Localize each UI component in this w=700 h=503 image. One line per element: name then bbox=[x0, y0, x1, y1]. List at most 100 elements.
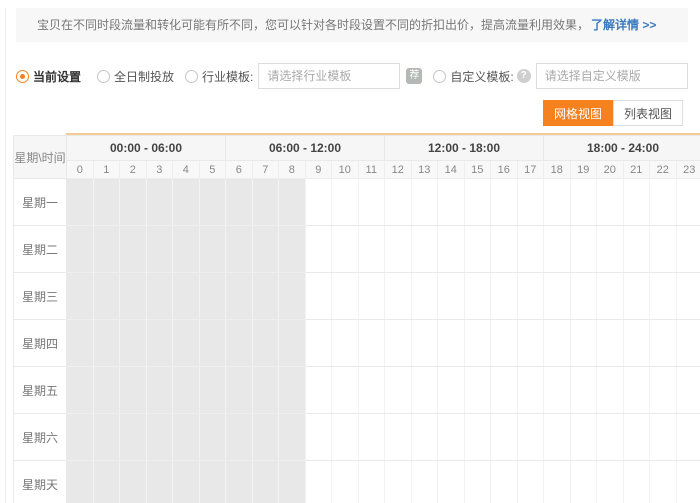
schedule-cell[interactable] bbox=[517, 319, 544, 367]
schedule-cell[interactable] bbox=[305, 319, 332, 367]
schedule-cell[interactable] bbox=[623, 225, 650, 273]
radio-unchecked-icon[interactable] bbox=[185, 69, 199, 83]
schedule-cell[interactable] bbox=[66, 413, 94, 461]
schedule-cell[interactable] bbox=[358, 225, 385, 273]
schedule-cell[interactable] bbox=[676, 225, 700, 273]
schedule-cell[interactable] bbox=[225, 272, 253, 320]
schedule-cell[interactable] bbox=[384, 272, 412, 320]
schedule-cell[interactable] bbox=[119, 319, 147, 367]
schedule-cell[interactable] bbox=[93, 178, 120, 226]
schedule-cell[interactable] bbox=[146, 460, 173, 503]
radio-custom-template[interactable]: 自定义模板: bbox=[433, 68, 514, 85]
schedule-cell[interactable] bbox=[490, 319, 518, 367]
schedule-cell[interactable] bbox=[331, 413, 359, 461]
schedule-cell[interactable] bbox=[172, 319, 200, 367]
schedule-cell[interactable] bbox=[252, 272, 279, 320]
schedule-cell[interactable] bbox=[225, 178, 253, 226]
schedule-cell[interactable] bbox=[437, 225, 465, 273]
schedule-cell[interactable] bbox=[517, 366, 544, 414]
schedule-cell[interactable] bbox=[199, 319, 226, 367]
schedule-cell[interactable] bbox=[464, 366, 491, 414]
schedule-cell[interactable] bbox=[252, 178, 279, 226]
schedule-cell[interactable] bbox=[517, 460, 544, 503]
schedule-cell[interactable] bbox=[570, 225, 597, 273]
radio-current-setting[interactable]: 当前设置 bbox=[16, 68, 81, 85]
schedule-cell[interactable] bbox=[119, 225, 147, 273]
schedule-cell[interactable] bbox=[358, 413, 385, 461]
schedule-cell[interactable] bbox=[199, 272, 226, 320]
schedule-cell[interactable] bbox=[358, 178, 385, 226]
schedule-cell[interactable] bbox=[252, 225, 279, 273]
schedule-cell[interactable] bbox=[490, 178, 518, 226]
schedule-cell[interactable] bbox=[146, 225, 173, 273]
schedule-cell[interactable] bbox=[596, 460, 624, 503]
schedule-cell[interactable] bbox=[623, 272, 650, 320]
radio-unchecked-icon[interactable] bbox=[433, 69, 447, 83]
schedule-cell[interactable] bbox=[278, 319, 306, 367]
schedule-cell[interactable] bbox=[543, 319, 571, 367]
schedule-cell[interactable] bbox=[278, 225, 306, 273]
schedule-cell[interactable] bbox=[596, 272, 624, 320]
schedule-cell[interactable] bbox=[66, 366, 94, 414]
schedule-cell[interactable] bbox=[649, 413, 677, 461]
schedule-cell[interactable] bbox=[384, 460, 412, 503]
schedule-cell[interactable] bbox=[437, 319, 465, 367]
schedule-cell[interactable] bbox=[543, 272, 571, 320]
schedule-cell[interactable] bbox=[225, 460, 253, 503]
schedule-cell[interactable] bbox=[278, 460, 306, 503]
help-icon[interactable]: ? bbox=[516, 69, 531, 83]
schedule-cell[interactable] bbox=[146, 272, 173, 320]
schedule-cell[interactable] bbox=[676, 366, 700, 414]
schedule-cell[interactable] bbox=[199, 460, 226, 503]
schedule-cell[interactable] bbox=[119, 366, 147, 414]
schedule-cell[interactable] bbox=[331, 272, 359, 320]
schedule-cell[interactable] bbox=[278, 178, 306, 226]
schedule-cell[interactable] bbox=[437, 272, 465, 320]
schedule-cell[interactable] bbox=[119, 460, 147, 503]
schedule-cell[interactable] bbox=[543, 225, 571, 273]
schedule-cell[interactable] bbox=[570, 178, 597, 226]
list-view-button[interactable]: 列表视图 bbox=[612, 100, 683, 126]
schedule-cell[interactable] bbox=[305, 225, 332, 273]
schedule-cell[interactable] bbox=[411, 319, 438, 367]
schedule-cell[interactable] bbox=[93, 413, 120, 461]
radio-all-day[interactable]: 全日制投放 bbox=[97, 68, 174, 85]
schedule-cell[interactable] bbox=[358, 319, 385, 367]
schedule-cell[interactable] bbox=[517, 413, 544, 461]
schedule-cell[interactable] bbox=[596, 366, 624, 414]
schedule-cell[interactable] bbox=[517, 272, 544, 320]
schedule-cell[interactable] bbox=[437, 178, 465, 226]
schedule-cell[interactable] bbox=[517, 178, 544, 226]
schedule-cell[interactable] bbox=[570, 272, 597, 320]
grid-view-button[interactable]: 网格视图 bbox=[542, 100, 613, 126]
schedule-cell[interactable] bbox=[490, 366, 518, 414]
schedule-cell[interactable] bbox=[146, 366, 173, 414]
schedule-cell[interactable] bbox=[146, 319, 173, 367]
schedule-cell[interactable] bbox=[676, 319, 700, 367]
schedule-cell[interactable] bbox=[305, 366, 332, 414]
schedule-cell[interactable] bbox=[437, 460, 465, 503]
schedule-cell[interactable] bbox=[490, 460, 518, 503]
schedule-cell[interactable] bbox=[172, 178, 200, 226]
schedule-cell[interactable] bbox=[252, 460, 279, 503]
schedule-cell[interactable] bbox=[411, 413, 438, 461]
schedule-cell[interactable] bbox=[596, 225, 624, 273]
schedule-cell[interactable] bbox=[119, 413, 147, 461]
schedule-cell[interactable] bbox=[199, 413, 226, 461]
custom-template-input[interactable] bbox=[535, 63, 688, 89]
schedule-cell[interactable] bbox=[93, 319, 120, 367]
schedule-cell[interactable] bbox=[331, 319, 359, 367]
schedule-cell[interactable] bbox=[252, 413, 279, 461]
schedule-cell[interactable] bbox=[411, 225, 438, 273]
schedule-cell[interactable] bbox=[93, 272, 120, 320]
schedule-cell[interactable] bbox=[384, 225, 412, 273]
schedule-cell[interactable] bbox=[384, 413, 412, 461]
schedule-cell[interactable] bbox=[331, 460, 359, 503]
schedule-cell[interactable] bbox=[358, 366, 385, 414]
schedule-cell[interactable] bbox=[464, 460, 491, 503]
schedule-cell[interactable] bbox=[146, 178, 173, 226]
schedule-cell[interactable] bbox=[66, 460, 94, 503]
schedule-cell[interactable] bbox=[172, 366, 200, 414]
schedule-cell[interactable] bbox=[570, 319, 597, 367]
schedule-cell[interactable] bbox=[411, 272, 438, 320]
